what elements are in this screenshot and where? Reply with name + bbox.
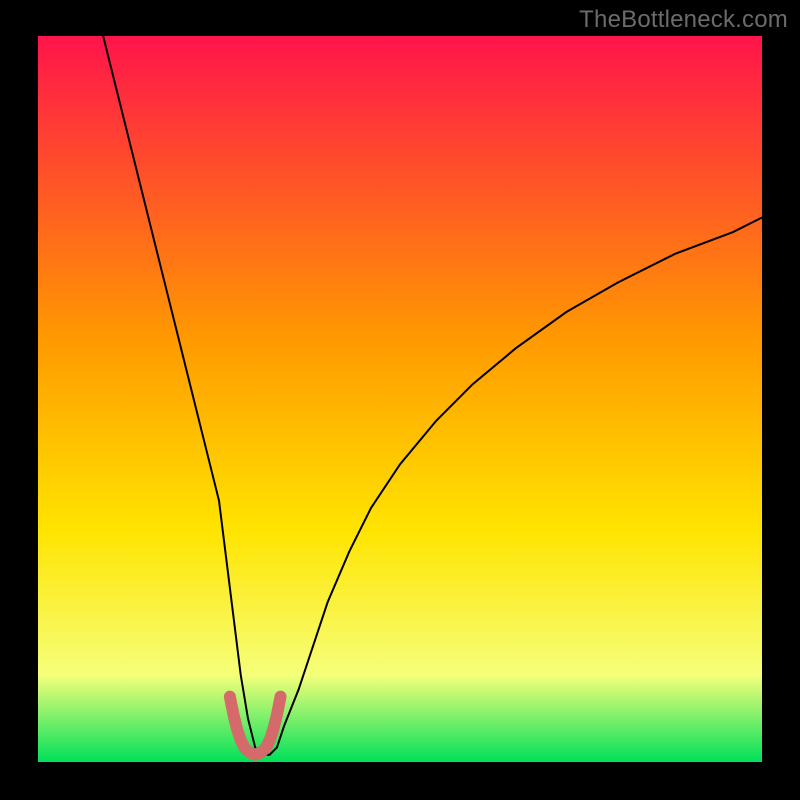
watermark-text: TheBottleneck.com <box>579 6 788 34</box>
chart-svg <box>38 36 762 762</box>
plot-area <box>38 36 762 762</box>
chart-frame: TheBottleneck.com <box>0 0 800 800</box>
gradient-background <box>38 36 762 762</box>
